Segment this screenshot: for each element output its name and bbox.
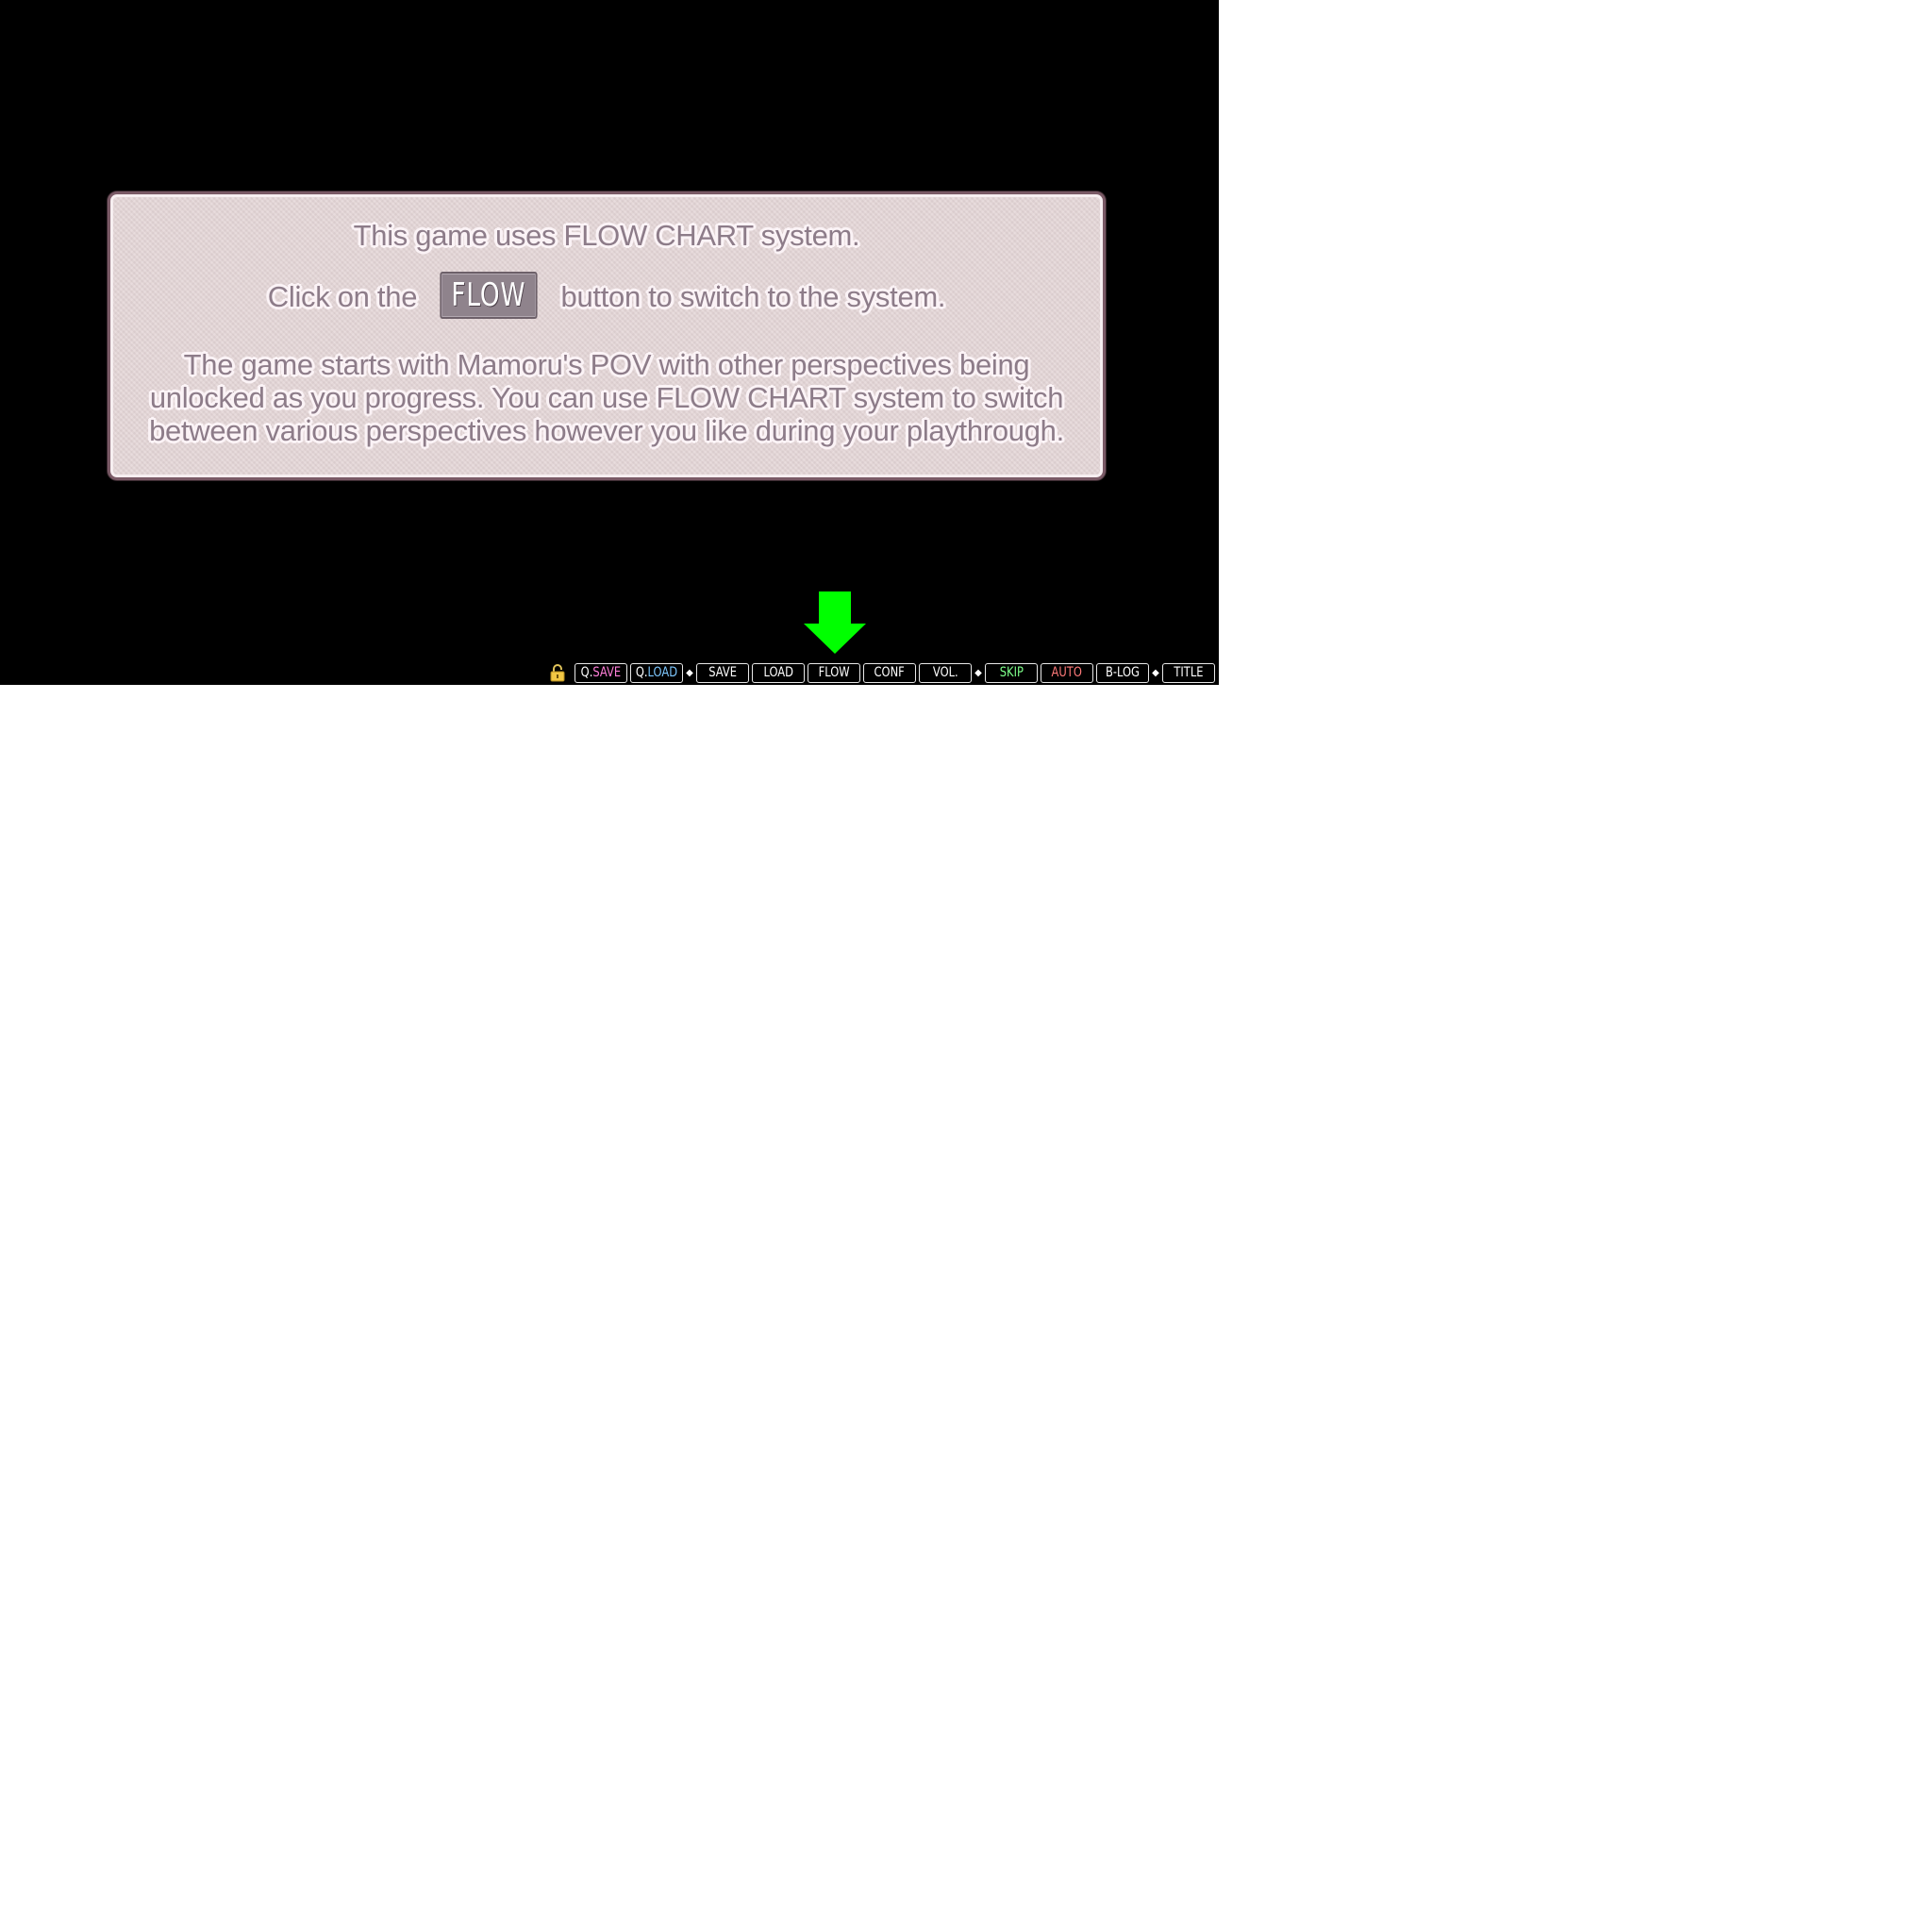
flow-button[interactable]: FLOW xyxy=(808,662,860,683)
save-label: SAVE xyxy=(708,664,737,680)
load-label: LOAD xyxy=(763,664,793,680)
volume-button[interactable]: VOL. xyxy=(919,662,972,683)
quick-save-prefix: Q. xyxy=(580,664,593,680)
arrow-down-icon xyxy=(804,591,866,654)
load-button[interactable]: LOAD xyxy=(752,662,805,683)
game-toolbar: Q.SAVE Q.LOAD ◆ SAVE LOAD FLOW CONF VOL.… xyxy=(547,661,1215,684)
instruction-text-after: button to switch to the system. xyxy=(560,280,946,314)
auto-button[interactable]: AUTO xyxy=(1041,662,1093,683)
panel-description: The game starts with Mamoru's POV with o… xyxy=(148,347,1064,447)
backlog-label: B-LOG xyxy=(1106,664,1140,680)
quick-load-button[interactable]: Q.LOAD xyxy=(630,662,683,683)
save-button[interactable]: SAVE xyxy=(696,662,749,683)
title-label: TITLE xyxy=(1174,664,1204,680)
backlog-button[interactable]: B-LOG xyxy=(1096,662,1149,683)
volume-label: VOL. xyxy=(932,664,958,680)
game-screen: This game uses FLOW CHART system. Click … xyxy=(0,0,1219,685)
config-label: CONF xyxy=(874,664,906,680)
title-button[interactable]: TITLE xyxy=(1162,662,1215,683)
toolbar-separator: ◆ xyxy=(686,667,693,678)
panel-heading: This game uses FLOW CHART system. xyxy=(353,218,860,252)
flow-label: FLOW xyxy=(818,664,850,680)
skip-label: SKIP xyxy=(999,664,1024,680)
instruction-text-before: Click on the xyxy=(267,280,418,314)
tutorial-info-panel: This game uses FLOW CHART system. Click … xyxy=(108,192,1106,480)
toolbar-separator: ◆ xyxy=(974,667,982,678)
config-button[interactable]: CONF xyxy=(863,662,916,683)
quick-load-prefix: Q. xyxy=(635,664,648,680)
quick-load-label: LOAD xyxy=(647,664,678,680)
quick-save-label: SAVE xyxy=(592,664,622,680)
flow-button-illustration: FLOW xyxy=(440,272,538,319)
auto-label: AUTO xyxy=(1051,664,1083,680)
quick-save-button[interactable]: Q.SAVE xyxy=(575,662,627,683)
lock-icon[interactable] xyxy=(547,662,568,683)
panel-instruction: Click on the FLOW button to switch to th… xyxy=(110,272,1103,319)
toolbar-separator: ◆ xyxy=(1152,667,1159,678)
skip-button[interactable]: SKIP xyxy=(985,662,1038,683)
